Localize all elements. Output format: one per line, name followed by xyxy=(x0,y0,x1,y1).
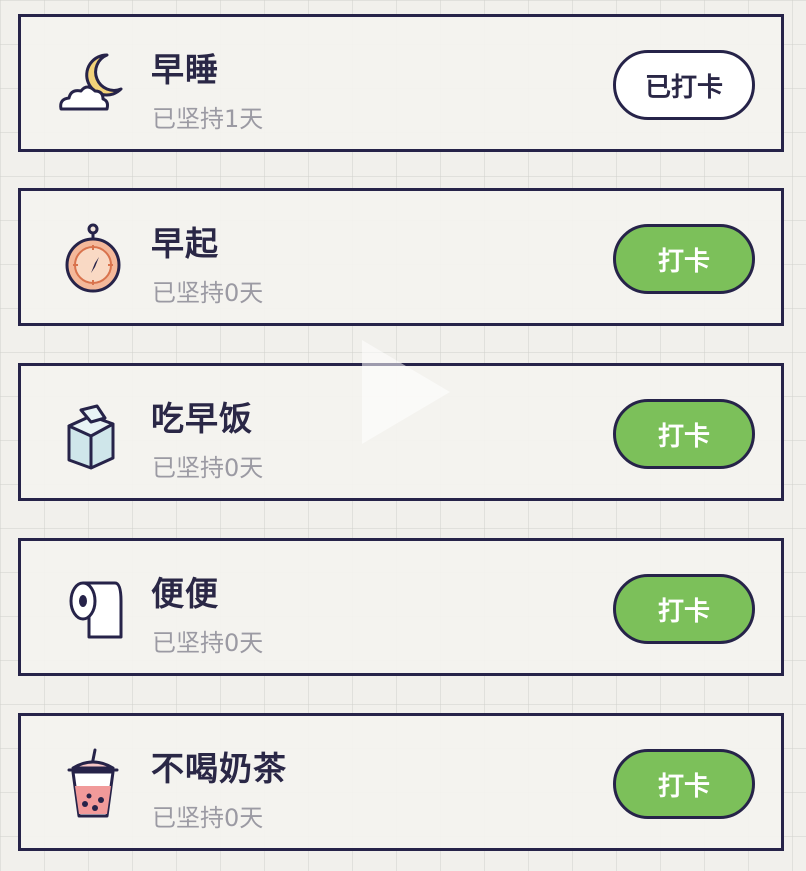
habit-card-no-milk-tea: 不喝奶茶 已坚持0天 打卡 xyxy=(18,713,784,851)
toilet-paper-icon xyxy=(55,571,131,647)
habit-streak: 已坚持1天 xyxy=(152,105,264,133)
habit-list: 早睡 已坚持1天 已打卡 早起 已坚持0天 打卡 吃早饭 已坚持0天 打卡 便便… xyxy=(0,0,806,871)
habit-title: 便便 xyxy=(151,574,219,613)
habit-streak: 已坚持0天 xyxy=(152,279,264,307)
habit-card-breakfast: 吃早饭 已坚持0天 打卡 xyxy=(18,363,784,501)
habit-card-bathroom: 便便 已坚持0天 打卡 xyxy=(18,538,784,676)
stopwatch-icon xyxy=(55,221,131,297)
bubble-tea-icon xyxy=(55,746,131,822)
habit-streak: 已坚持0天 xyxy=(152,454,264,482)
milk-carton-icon xyxy=(55,396,131,472)
checked-in-button[interactable]: 已打卡 xyxy=(613,50,755,120)
moon-cloud-icon xyxy=(55,47,131,123)
habit-streak: 已坚持0天 xyxy=(152,804,264,832)
checkin-button[interactable]: 打卡 xyxy=(613,574,755,644)
checkin-button[interactable]: 打卡 xyxy=(613,224,755,294)
habit-title: 早睡 xyxy=(151,50,219,89)
checkin-button[interactable]: 打卡 xyxy=(613,399,755,469)
habit-title: 不喝奶茶 xyxy=(151,749,287,788)
habit-streak: 已坚持0天 xyxy=(152,629,264,657)
checkin-button[interactable]: 打卡 xyxy=(613,749,755,819)
habit-title: 吃早饭 xyxy=(151,399,253,438)
habit-card-early-rise: 早起 已坚持0天 打卡 xyxy=(18,188,784,326)
habit-card-early-sleep: 早睡 已坚持1天 已打卡 xyxy=(18,14,784,152)
habit-title: 早起 xyxy=(151,224,219,263)
